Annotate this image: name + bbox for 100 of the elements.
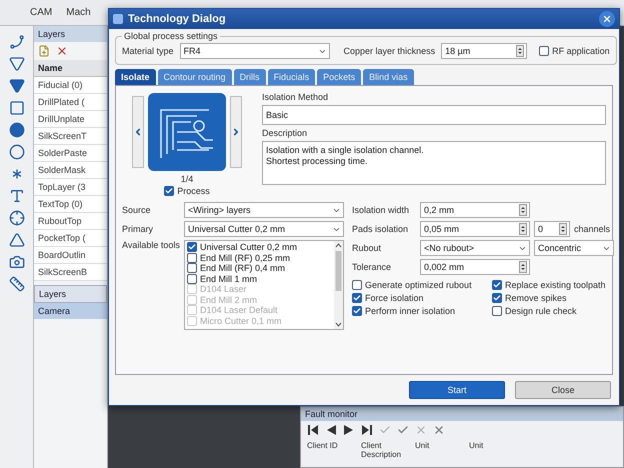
new-file-icon[interactable] xyxy=(38,45,50,57)
circle-icon[interactable] xyxy=(8,144,24,160)
field-label: Material type xyxy=(122,46,174,56)
checkbox-label: Generate optimized rubout xyxy=(365,280,472,290)
delete-icon[interactable] xyxy=(56,45,68,57)
window-title: Technology Dialog xyxy=(128,13,227,25)
checkbox[interactable] xyxy=(352,280,362,290)
checkbox[interactable] xyxy=(187,274,197,284)
pattern-dropdown[interactable]: Concentric xyxy=(534,240,614,256)
curve-icon[interactable] xyxy=(8,34,24,50)
tool-name[interactable]: End Mill (RF) 0,4 mm xyxy=(200,263,286,274)
checkbox[interactable] xyxy=(492,306,502,316)
column-header: Name xyxy=(34,60,107,77)
close-icon[interactable] xyxy=(433,424,445,436)
field-label: Copper layer thickness xyxy=(344,46,436,56)
menu-item[interactable]: Mach xyxy=(66,7,91,18)
previous-icon[interactable] xyxy=(325,424,337,436)
start-button[interactable]: Start xyxy=(409,381,505,399)
last-icon[interactable] xyxy=(361,424,373,436)
field-label: Isolation width xyxy=(352,205,410,215)
checkbox[interactable] xyxy=(187,263,197,274)
column-header: Unit xyxy=(469,441,484,452)
number-field[interactable]: 0,05 mm xyxy=(420,221,530,237)
layer-item[interactable]: DrillUnplate xyxy=(34,111,107,128)
spinner-icon[interactable] xyxy=(559,223,567,235)
number-field[interactable]: 0,002 mm xyxy=(420,259,530,275)
triangle-icon[interactable] xyxy=(8,56,24,72)
rubout-dropdown[interactable]: <No rubout> xyxy=(420,240,530,256)
checkbox[interactable] xyxy=(352,293,362,303)
method-field[interactable]: Basic xyxy=(262,105,606,125)
checkbox-label: Process xyxy=(177,186,210,196)
number-field[interactable]: 0,2 mm xyxy=(420,202,530,218)
panel-title: Layers xyxy=(34,26,107,42)
close-icon xyxy=(602,14,612,24)
number-field[interactable]: 18 µm xyxy=(441,43,528,59)
spinner-icon[interactable] xyxy=(519,261,527,273)
layer-item[interactable]: TopLayer (3 xyxy=(34,179,107,196)
checkbox-label: Force isolation xyxy=(365,293,424,303)
tab[interactable]: Isolate xyxy=(115,69,156,85)
close-button[interactable] xyxy=(599,11,615,27)
tool-name[interactable]: End Mill (RF) 0,25 mm xyxy=(200,252,290,263)
field-label: Available tools xyxy=(122,240,180,250)
spinner-icon[interactable] xyxy=(516,45,524,57)
layer-item[interactable]: SolderMask xyxy=(34,162,107,179)
column-header: Client ID xyxy=(307,441,339,452)
text-tool-icon[interactable] xyxy=(8,188,24,204)
checkbox[interactable] xyxy=(539,46,550,56)
field-label: Primary xyxy=(122,224,154,234)
description-field[interactable]: Isolation with a single isolation channel. Shortest processing time. xyxy=(262,141,606,185)
triangle-icon[interactable] xyxy=(8,78,24,94)
check-icon[interactable] xyxy=(397,424,409,436)
checkbox[interactable] xyxy=(164,186,174,196)
group-title: Global process settings xyxy=(123,31,219,41)
field-label: Pads isolation xyxy=(352,224,410,234)
column-header: Unit xyxy=(415,441,430,452)
checkbox[interactable] xyxy=(187,242,197,252)
square-icon[interactable] xyxy=(8,100,24,116)
spinner-icon[interactable] xyxy=(519,223,527,235)
spinner-icon[interactable] xyxy=(519,204,527,216)
number-field[interactable]: 0 xyxy=(534,221,570,237)
source-dropdown[interactable]: <Wiring> layers xyxy=(184,202,344,218)
app-icon xyxy=(113,14,123,24)
close-button[interactable]: Close xyxy=(515,381,611,399)
tool-name[interactable]: Universal Cutter 0,2 mm xyxy=(200,242,298,252)
layer-item[interactable]: SilkScreenB xyxy=(34,264,107,281)
layer-item[interactable]: TextTop (0) xyxy=(34,196,107,213)
check-icon[interactable] xyxy=(379,424,391,436)
layer-item[interactable]: RuboutTop xyxy=(34,213,107,230)
panel-tab[interactable]: Camera xyxy=(34,303,107,319)
unit-label: channels xyxy=(574,224,610,234)
layer-item[interactable]: SolderPaste xyxy=(34,145,107,162)
checkbox[interactable] xyxy=(187,252,197,263)
menu-item[interactable]: CAM xyxy=(30,7,52,18)
scrollbar-icon[interactable] xyxy=(334,241,343,329)
layer-item[interactable]: BoardOutlin xyxy=(34,247,107,264)
page-counter: 1/4 xyxy=(180,174,194,184)
checkbox[interactable] xyxy=(352,306,362,316)
next-icon[interactable] xyxy=(343,424,355,436)
circle-icon[interactable] xyxy=(8,122,24,138)
field-label: Description xyxy=(262,128,308,138)
crosshair-icon[interactable] xyxy=(8,210,24,226)
checkbox-label: Design rule check xyxy=(505,306,577,316)
checkbox[interactable] xyxy=(492,280,502,290)
camera-icon[interactable] xyxy=(8,254,24,270)
panel-title: Fault monitor xyxy=(301,407,623,421)
layer-item[interactable]: PocketTop ( xyxy=(34,230,107,247)
first-icon[interactable] xyxy=(307,424,319,436)
layer-item[interactable]: SilkScreenT xyxy=(34,128,107,145)
triangle-icon[interactable] xyxy=(8,232,24,248)
checkbox-label: RF application xyxy=(552,46,610,56)
field-label: Rubout xyxy=(352,243,382,253)
layer-item[interactable]: Fiducial (0) xyxy=(34,77,107,94)
primary-dropdown[interactable]: Universal Cutter 0,2 mm xyxy=(184,221,344,237)
material-dropdown[interactable]: FR4 xyxy=(180,43,330,59)
ruler-icon[interactable] xyxy=(8,276,24,292)
checkbox[interactable] xyxy=(492,293,502,303)
tool-name[interactable]: End Mill 1 mm xyxy=(200,274,258,284)
checkbox-label: Replace existing toolpath xyxy=(505,280,606,290)
layer-item[interactable]: DrillPlated ( xyxy=(34,94,107,111)
panel-tab[interactable]: Layers xyxy=(34,285,107,303)
